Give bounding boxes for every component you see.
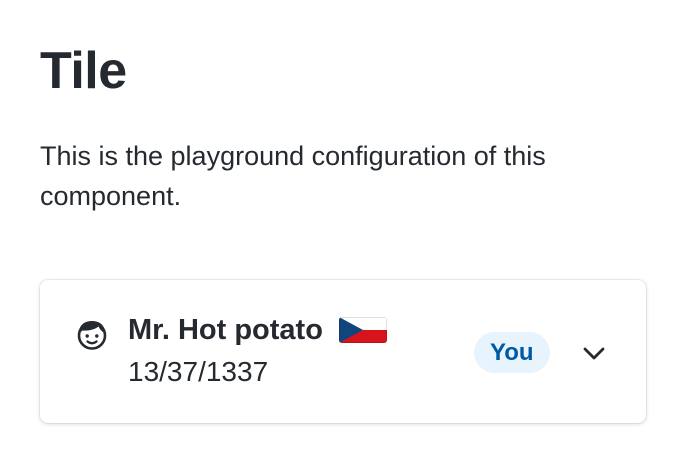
passenger-tile[interactable]: Mr. Hot potato 13/37/1337 You: [40, 280, 646, 423]
passenger-date: 13/37/1337: [128, 356, 269, 387]
passenger-face-icon: [77, 321, 107, 350]
passenger-name: Mr. Hot potato: [128, 314, 323, 346]
page-title: Tile: [40, 42, 127, 100]
you-badge: You: [474, 332, 550, 373]
passenger-name-row: Mr. Hot potato: [128, 310, 387, 350]
flag-cz-icon: [338, 317, 387, 343]
chevron-down-icon[interactable]: [581, 340, 607, 366]
page-description: This is the playground configuration of …: [40, 141, 546, 211]
